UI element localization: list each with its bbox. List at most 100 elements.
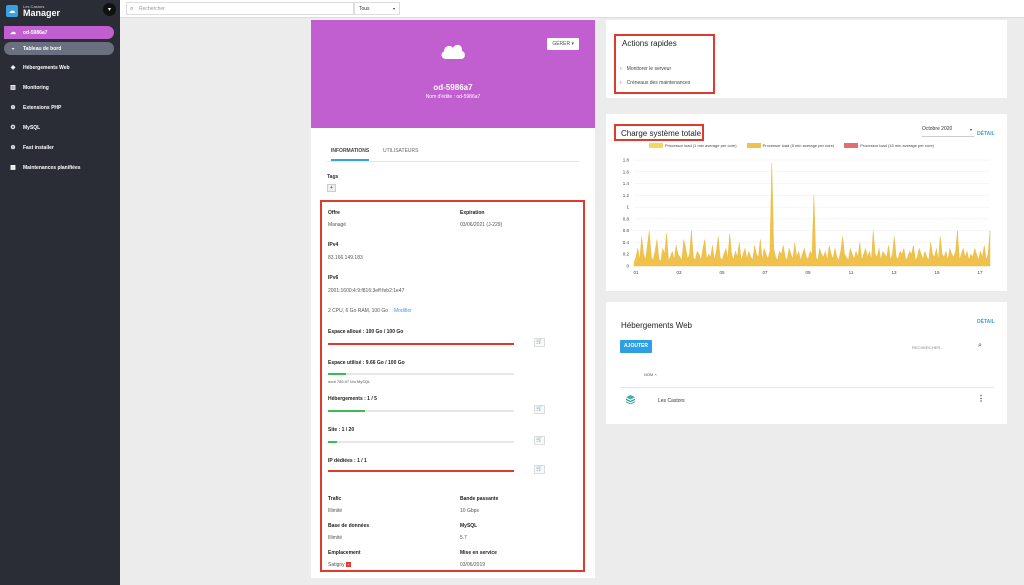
y-tick-label: 0.4 (623, 240, 630, 245)
ipv6-value: 2001:1600:4:9:f816:3eff:feb2:1e47 (328, 288, 405, 294)
brand-logo-icon: ☁ (6, 5, 18, 17)
tab-informations[interactable]: INFORMATIONS (331, 148, 370, 161)
hosting-search-input[interactable]: RECHERCHER... (912, 345, 944, 350)
offre-label: Offre (328, 210, 340, 216)
brand[interactable]: ☁ Les Castors Manager ▾ (0, 0, 120, 22)
cart-icon[interactable]: 🛒 (534, 465, 545, 474)
sidebar-item-label: MySQL (23, 125, 41, 131)
chevron-right-icon: › (620, 80, 622, 86)
database-label: Base de données (328, 523, 370, 529)
load-chart: 0 0.2 0.4 0.6 0.8 1 1.2 1.4 1.6 1.8 01 03 05 07 09 11 13… (623, 158, 991, 275)
x-tick-label: 05 (719, 270, 725, 275)
search-input[interactable]: ⌕ Rechercher (126, 2, 354, 15)
cart-icon[interactable]: 🛒 (534, 436, 545, 445)
sidebar-item-maintenances[interactable]: ▦ Maintenances planifiées (0, 158, 120, 178)
chevron-down-icon: ▾ (969, 127, 972, 132)
database-value: Illimité (328, 535, 343, 541)
x-tick-label: 11 (849, 270, 854, 275)
sidebar-item-label: Fast installer (23, 145, 54, 151)
chart-title: Charge système totale (621, 129, 702, 138)
chevron-down-icon: ▾ (392, 6, 395, 11)
expiration-label: Expiration (460, 210, 485, 216)
service-date-value: 03/06/2019 (460, 562, 486, 568)
server-edit-name: Nom d'édite : od-5986a7 (425, 94, 481, 100)
hostings-bar (328, 410, 514, 412)
cloud-icon: ☁ (10, 29, 16, 36)
topbar: ⌕ Rechercher Tous ▾ (120, 0, 1024, 18)
column-name-header[interactable]: NOM ˄ (644, 372, 657, 377)
ipv4-value: 83.166.149.183 (328, 255, 363, 261)
sidebar-item-monitoring[interactable]: ▥ Monitoring (0, 78, 120, 98)
layers-icon: ◈ (10, 65, 16, 71)
sidebar-item-web-hosting[interactable]: ◈ Hébergements Web (0, 58, 120, 78)
server-header: GÉRER ▾ od-5986a7 Nom d'édite : od-5986a… (311, 20, 595, 128)
add-hosting-button[interactable]: AJOUTER (620, 340, 652, 353)
month-value: Octobre 2020 (922, 126, 953, 132)
chart-detail-link[interactable]: DÉTAIL (977, 131, 995, 137)
legend-item[interactable]: Processor load (15 min average per core) (844, 143, 934, 149)
sidebar-item-label: Maintenances planifiées (23, 165, 81, 171)
y-tick-label: 1.6 (623, 169, 630, 174)
series-area (633, 162, 991, 267)
cart-icon[interactable]: 🛒 (534, 338, 545, 347)
y-tick-label: 1.8 (623, 158, 630, 163)
bandwidth-label: Bande passante (460, 496, 499, 502)
server-specs: 2 CPU, 6 Go RAM, 100 Go (328, 308, 389, 314)
y-tick-label: 0.6 (623, 228, 630, 233)
server-name: od-5986a7 (433, 83, 473, 92)
hostings-label: Hébergements : 1 / 5 (328, 396, 377, 402)
sidebar-item-php-extensions[interactable]: ⊕ Extensions PHP (0, 98, 120, 118)
add-tag-button[interactable]: + (327, 184, 336, 192)
dedicated-ip-label: IP dédiées : 1 / 1 (328, 458, 367, 464)
sidebar-item-label: Monitoring (23, 85, 49, 91)
sidebar-nav: ☁ od-5986a7 ◒ Tableau de bord ◈ Hébergem… (0, 26, 120, 178)
cart-icon[interactable]: 🛒 (534, 405, 545, 414)
modify-link[interactable]: Modifier (394, 308, 412, 314)
mysql-value: 5.7 (460, 535, 467, 541)
web-hosting-title: Hébergements Web (621, 321, 692, 330)
sidebar-item-label: Tableau de bord (23, 45, 62, 52)
plus-circle-icon: ⊕ (10, 145, 16, 151)
monitor-server-action[interactable]: › Monitorer le serveur (620, 66, 671, 72)
used-space-bar (328, 373, 514, 375)
sidebar-item-dashboard[interactable]: ◒ Tableau de bord (4, 42, 114, 55)
web-hosting-card: Hébergements Web DÉTAIL AJOUTER RECHERCH… (606, 302, 1007, 424)
web-hosting-detail-link[interactable]: DÉTAIL (977, 319, 995, 325)
dashboard-icon: ◒ (11, 45, 15, 52)
y-tick-label: 1 (626, 205, 629, 210)
search-placeholder: Rechercher (139, 6, 165, 12)
ipv4-label: IPv4 (328, 242, 339, 248)
hosting-name[interactable]: Les Castors (658, 398, 685, 404)
layers-icon (626, 395, 635, 404)
filter-value: Tous (359, 6, 370, 12)
brand-title: Manager (23, 7, 61, 18)
calendar-icon: ▦ (10, 165, 16, 171)
chart-legend: Processor load (1 min average per core) … (649, 143, 934, 149)
mysql-label: MySQL (460, 523, 478, 529)
more-options-icon[interactable]: ⋮ (977, 394, 985, 403)
offre-value: Managé (328, 222, 347, 228)
x-tick-label: 13 (891, 270, 897, 275)
load-chart-card: Charge système totale Octobre 2020 ▾ DÉT… (606, 114, 1007, 291)
service-date-label: Mise en service (460, 550, 497, 556)
location-value: Satigny + (328, 562, 352, 568)
maintenance-slots-action[interactable]: › Créneaux des maintenances (620, 80, 690, 86)
allocated-space-bar (328, 343, 514, 345)
sidebar-item-server[interactable]: ☁ od-5986a7 (4, 26, 114, 39)
chevron-down-icon[interactable]: ▾ (103, 3, 116, 16)
y-tick-label: 1.4 (623, 181, 630, 186)
filter-select[interactable]: Tous ▾ (354, 2, 400, 15)
sidebar-item-mysql[interactable]: ⚙ MySQL (0, 118, 120, 138)
search-icon: ⌕ (130, 6, 134, 12)
x-tick-label: 17 (977, 270, 983, 275)
legend-item[interactable]: Processor load (5 min average per core) (746, 143, 834, 149)
manage-button[interactable]: GÉRER ▾ (547, 38, 579, 50)
allocated-space-label: Espace alloué : 100 Go / 100 Go (328, 329, 404, 335)
legend-item[interactable]: Processor load (1 min average per core) (649, 143, 737, 149)
x-tick-label: 15 (934, 270, 940, 275)
dedicated-ip-bar (328, 470, 514, 472)
sidebar-item-fast-installer[interactable]: ⊕ Fast installer (0, 138, 120, 158)
tab-utilisateurs[interactable]: UTILISATEURS (383, 148, 418, 154)
search-icon[interactable]: ⌕ (978, 342, 982, 350)
month-select[interactable]: Octobre 2020 ▾ (922, 126, 974, 137)
